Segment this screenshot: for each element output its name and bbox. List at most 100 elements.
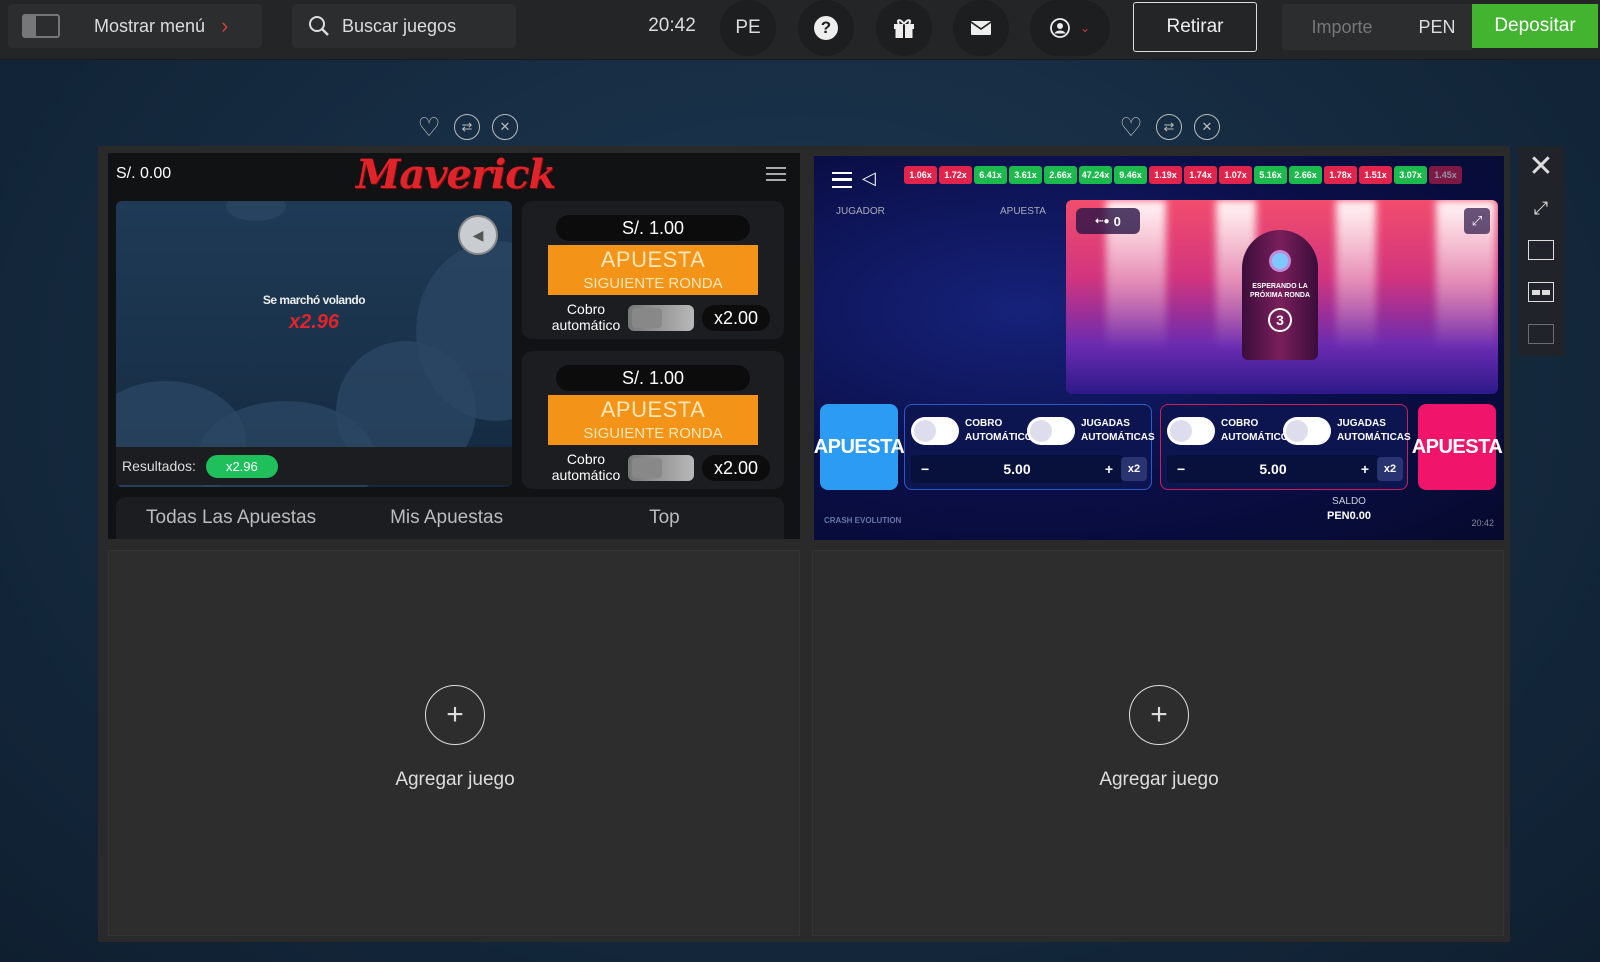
tab-all-bets[interactable]: Todas Las Apuestas: [146, 507, 316, 529]
result-pill: x2.96: [205, 454, 278, 478]
history-chip: 1.07x: [1219, 166, 1252, 184]
bets-tabs: Todas Las Apuestas Mis Apuestas Top: [116, 497, 784, 539]
history-chip: 1.72x: [939, 166, 972, 184]
favorite-heart-icon[interactable]: ♡: [416, 112, 442, 142]
layout-toolbar: ✕ ⤢: [1518, 146, 1564, 356]
gift-button[interactable]: [876, 0, 932, 56]
two-layout-icon[interactable]: [1527, 278, 1555, 306]
maverick-game-scene: Se marchó volando x2.96 ◀: [116, 201, 512, 487]
add-game-slot-1[interactable]: + Agregar juego: [108, 550, 800, 936]
bet-amount[interactable]: S/. 1.00: [556, 365, 750, 391]
plus-button[interactable]: +: [1105, 461, 1113, 477]
auto-cashout-label: COBRO AUTOMÁTICO: [1221, 418, 1289, 443]
speaker-icon: ◀: [472, 226, 484, 243]
speaker-icon[interactable]: ◁: [862, 168, 876, 189]
waiting-next-round: ESPERANDO LA PRÓXIMA RONDA: [1249, 283, 1311, 299]
results-label: Resultados:: [122, 458, 196, 474]
bet-button-left[interactable]: APUESTA: [814, 404, 905, 490]
auto-cashout-toggle[interactable]: [1167, 417, 1215, 445]
grid-layout-icon[interactable]: [1527, 320, 1555, 348]
auto-cashout-toggle[interactable]: [628, 305, 694, 331]
auto-cashout-label: COBRO AUTOMÁTICO: [965, 418, 1033, 443]
bet-amount[interactable]: 5.00: [1003, 461, 1030, 477]
clock: 20:42: [648, 15, 696, 36]
amount-field[interactable]: Importe: [1282, 4, 1402, 50]
auto-cashout-value[interactable]: x2.00: [702, 305, 770, 331]
messages-button[interactable]: [953, 0, 1009, 56]
tab-my-bets[interactable]: Mis Apuestas: [390, 507, 503, 529]
auto-play-label: JUGADAS AUTOMÁTICAS: [1081, 418, 1155, 443]
bet-controls-2: COBRO AUTOMÁTICO JUGADAS AUTOMÁTICAS − 5…: [1160, 404, 1411, 490]
close-icon[interactable]: ✕: [1194, 114, 1220, 140]
single-layout-icon[interactable]: [1527, 236, 1555, 264]
bet-button-subtitle: SIGUIENTE RONDA: [583, 425, 723, 442]
withdraw-button[interactable]: Retirar: [1133, 2, 1257, 52]
close-icon[interactable]: ✕: [1527, 150, 1555, 183]
plus-icon[interactable]: +: [425, 685, 485, 745]
plus-button[interactable]: +: [1361, 461, 1369, 477]
balance-label: SALDO: [1332, 496, 1366, 507]
search-bar[interactable]: [292, 4, 516, 48]
game-clock: 20:42: [1471, 518, 1494, 528]
maverick-game: S/. 0.00 Maverick Se marchó volando x2.9…: [108, 151, 800, 539]
bet-stepper: − 5.00 +: [911, 455, 1123, 483]
column-bet: APUESTA: [1000, 206, 1046, 217]
auto-cashout-toggle[interactable]: [628, 455, 694, 481]
swap-icon[interactable]: ⇄: [1156, 114, 1182, 140]
bet-button-title: APUESTA: [600, 247, 706, 272]
results-bar: Resultados: x2.96: [116, 447, 512, 485]
sidebar-toggle-icon: [22, 14, 60, 38]
double-button[interactable]: x2: [1121, 457, 1147, 481]
minus-button[interactable]: −: [921, 461, 929, 477]
history-chip: 47.24x: [1079, 166, 1112, 184]
auto-cashout-toggle[interactable]: [911, 417, 959, 445]
swap-icon[interactable]: ⇄: [454, 114, 480, 140]
fullscreen-icon[interactable]: ⤢: [1527, 194, 1555, 222]
auto-cashout-label: Cobro automático: [551, 451, 621, 483]
hamburger-menu-icon[interactable]: [832, 172, 852, 188]
user-icon: [1050, 18, 1070, 38]
history-chip: 1.51x: [1359, 166, 1392, 184]
history-chip: 5.16x: [1254, 166, 1287, 184]
plus-icon[interactable]: +: [1129, 685, 1189, 745]
column-player: JUGADOR: [836, 206, 885, 217]
auto-cashout-value[interactable]: x2.00: [702, 455, 770, 481]
players-icon: ⇠●: [1095, 215, 1110, 227]
favorite-heart-icon[interactable]: ♡: [1118, 112, 1144, 142]
show-menu-button[interactable]: Mostrar menú ›: [8, 4, 262, 48]
question-icon: ?: [814, 16, 838, 40]
bet-button[interactable]: APUESTA SIGUIENTE RONDA: [548, 245, 758, 295]
user-menu-button[interactable]: ⌄: [1030, 0, 1110, 56]
search-input[interactable]: [342, 15, 502, 37]
bet-amount[interactable]: 5.00: [1259, 461, 1286, 477]
add-game-slot-2[interactable]: + Agregar juego: [812, 550, 1504, 936]
bet-button[interactable]: APUESTA SIGUIENTE RONDA: [548, 395, 758, 445]
history-chip: 2.66x: [1044, 166, 1077, 184]
auto-play-toggle[interactable]: [1283, 417, 1331, 445]
hamburger-menu-icon[interactable]: [766, 167, 786, 181]
auto-play-toggle[interactable]: [1027, 417, 1075, 445]
bet-button-right[interactable]: APUESTA: [1412, 404, 1503, 490]
maverick-balance: S/. 0.00: [116, 165, 172, 182]
help-button[interactable]: ?: [798, 0, 854, 56]
history-chip: 3.07x: [1394, 166, 1427, 184]
bet-controls-1: COBRO AUTOMÁTICO JUGADAS AUTOMÁTICAS − 5…: [904, 404, 1155, 490]
bet-stepper: − 5.00 +: [1167, 455, 1379, 483]
tab-top[interactable]: Top: [649, 507, 680, 529]
countdown: 3: [1268, 308, 1292, 332]
bet-panel-1: S/. 1.00 APUESTA SIGUIENTE RONDA Cobro a…: [522, 201, 784, 339]
bet-panel-2: S/. 1.00 APUESTA SIGUIENTE RONDA Cobro a…: [522, 351, 784, 489]
history-chip: 2.66x: [1289, 166, 1322, 184]
double-button[interactable]: x2: [1377, 457, 1403, 481]
show-menu-label: Mostrar menú: [94, 15, 206, 36]
minus-button[interactable]: −: [1177, 461, 1185, 477]
gift-icon: [894, 19, 914, 38]
bet-amount[interactable]: S/. 1.00: [556, 215, 750, 241]
history-chip: 1.78x: [1324, 166, 1357, 184]
sound-toggle-button[interactable]: ◀: [458, 215, 498, 255]
history-chip: 9.46x: [1114, 166, 1147, 184]
deposit-button[interactable]: Depositar: [1472, 4, 1598, 48]
close-icon[interactable]: ✕: [492, 114, 518, 140]
language-button[interactable]: PE: [720, 0, 776, 56]
expand-icon[interactable]: ⤢: [1464, 208, 1490, 234]
